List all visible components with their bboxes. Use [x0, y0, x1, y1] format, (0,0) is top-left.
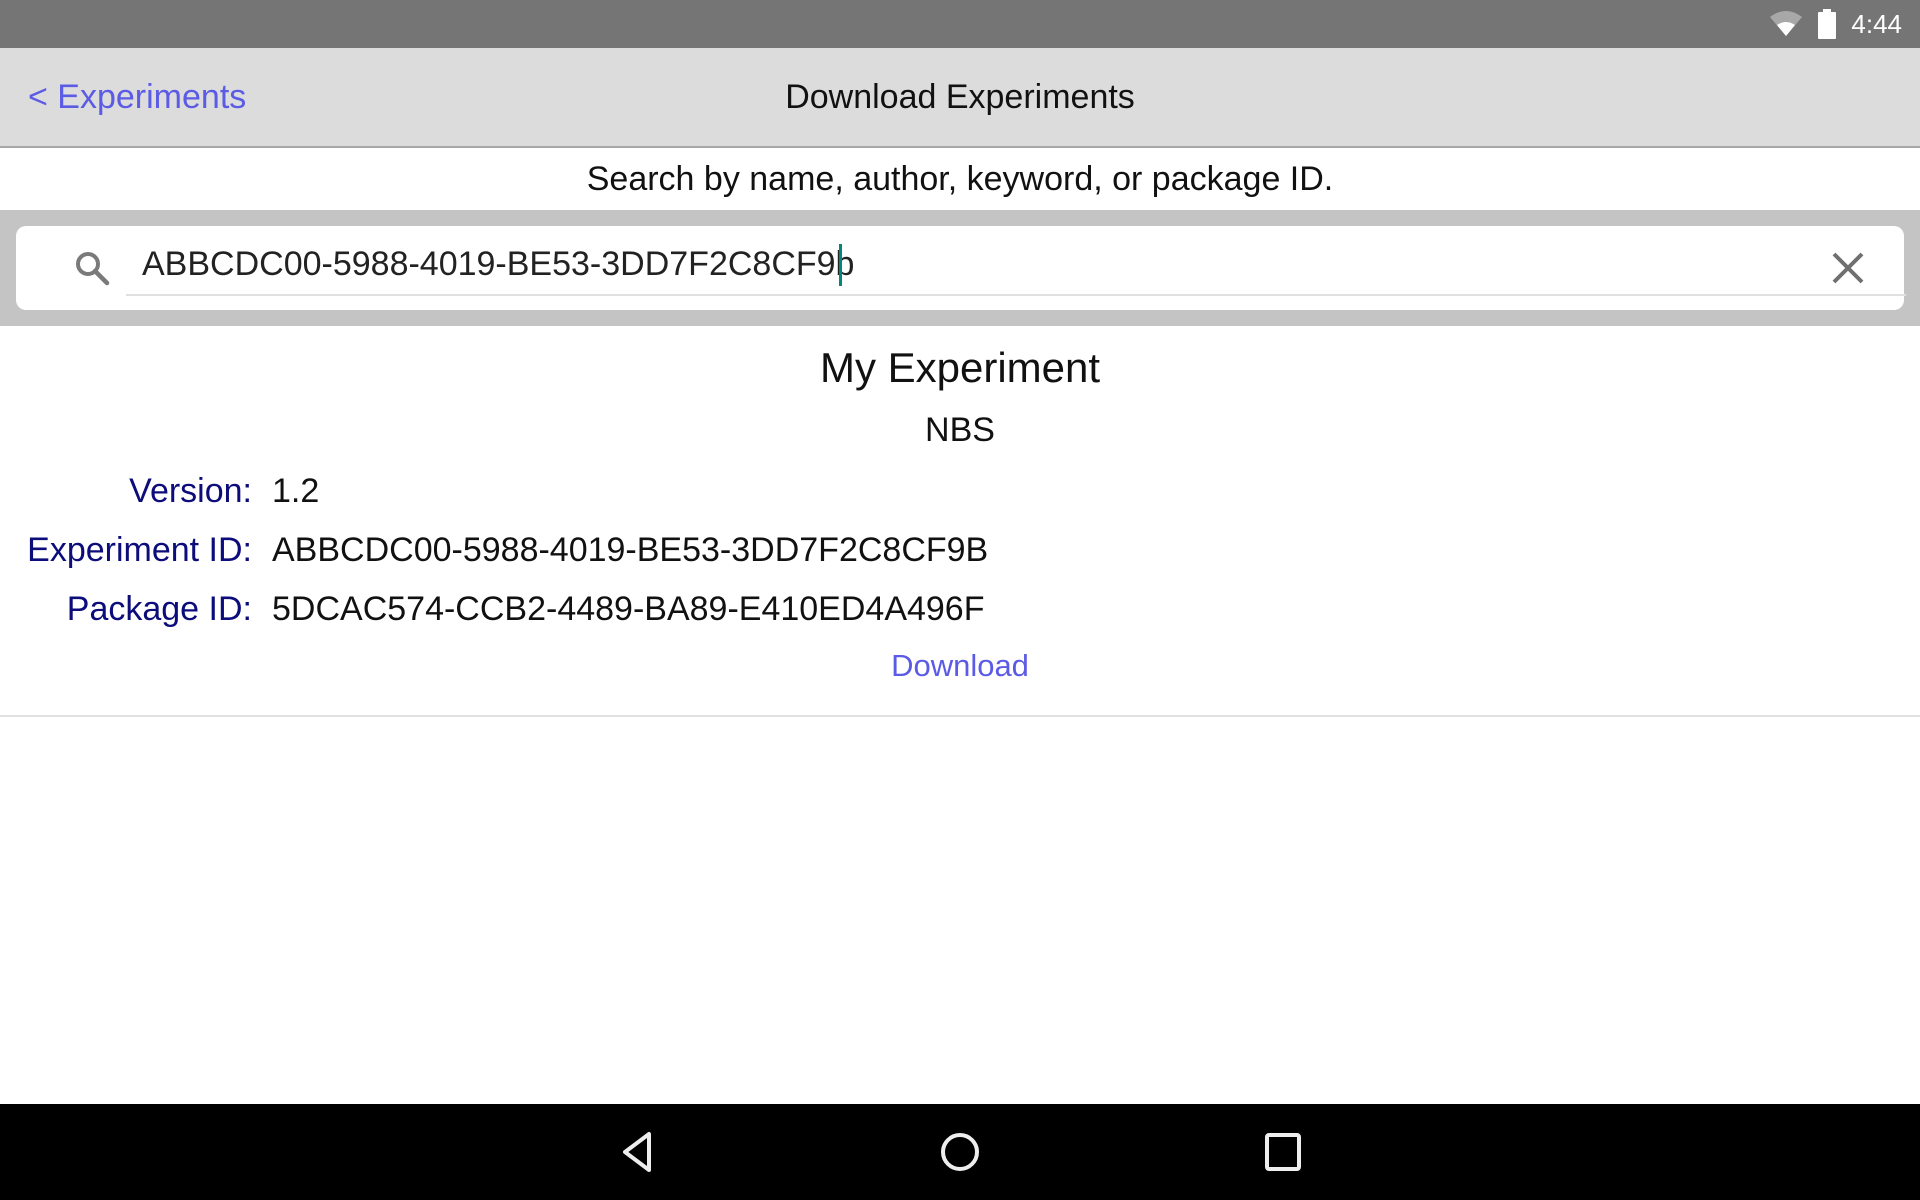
battery-icon	[1818, 9, 1837, 39]
experiment-title: My Experiment	[819, 344, 1101, 391]
system-navigation-bar	[0, 1104, 1920, 1200]
search-hint: Search by name, author, keyword, or pack…	[586, 160, 1334, 198]
back-to-experiments-button[interactable]: < Experiments	[28, 48, 246, 146]
text-cursor	[839, 244, 842, 286]
navigation-bar: < Experiments Download Experiments	[0, 48, 1920, 148]
package-id-label: Package ID:	[66, 590, 252, 628]
version-value: 1.2	[272, 472, 320, 510]
version-label: Version:	[129, 472, 252, 510]
search-box	[16, 226, 1906, 310]
recents-icon[interactable]	[1253, 1122, 1313, 1182]
wifi-icon	[1770, 11, 1803, 36]
package-id-row: Package ID: 5DCAC574-CCB2-4489-BA89-E410…	[0, 584, 1920, 634]
home-icon[interactable]	[930, 1122, 990, 1182]
status-time: 4:44	[1851, 8, 1902, 39]
search-bar	[0, 210, 1920, 326]
page-title: Download Experiments	[785, 78, 1135, 116]
download-button[interactable]: Download	[0, 648, 1920, 684]
experiment-id-row: Experiment ID: ABBCDC00-5988-4019-BE53-3…	[0, 525, 1920, 575]
search-input[interactable]	[126, 234, 1906, 296]
status-bar: 4:44	[0, 0, 1920, 48]
close-icon[interactable]	[1826, 246, 1870, 290]
package-id-value: 5DCAC574-CCB2-4489-BA89-E410ED4A496F	[272, 590, 985, 628]
status-icons: 4:44	[1769, 0, 1902, 48]
experiment-author: NBS	[925, 411, 995, 449]
experiment-id-label: Experiment ID:	[27, 531, 252, 569]
version-row: Version: 1.2	[0, 466, 1920, 516]
search-icon	[76, 252, 110, 286]
back-icon[interactable]	[607, 1122, 667, 1182]
experiment-id-value: ABBCDC00-5988-4019-BE53-3DD7F2C8CF9B	[272, 531, 989, 569]
experiment-result: My Experiment NBS Version: 1.2 Experimen…	[0, 326, 1920, 717]
